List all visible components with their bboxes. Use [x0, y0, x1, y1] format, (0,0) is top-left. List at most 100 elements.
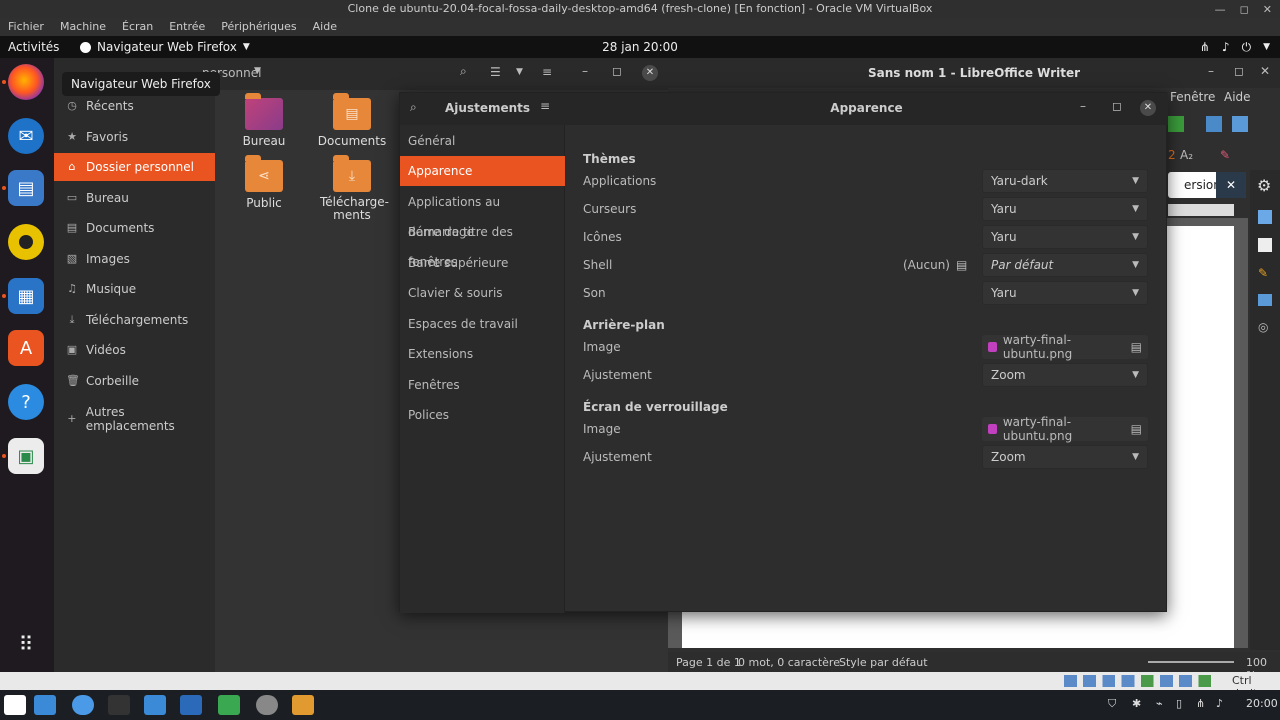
usb-icon[interactable]: ⌁: [1156, 697, 1163, 710]
sidebar-item-videos[interactable]: ▣ Vidéos: [54, 336, 215, 364]
shell-file-button[interactable]: (Aucun) ▤: [903, 253, 967, 277]
sound-theme-select[interactable]: Yaru ▼: [982, 281, 1148, 305]
category-window-titlebars[interactable]: Barre de titre des fenêtres: [400, 217, 565, 269]
close-icon[interactable]: ✕: [1140, 100, 1156, 116]
menu-icon[interactable]: ≡: [542, 65, 552, 79]
bg-adjust-select[interactable]: Zoom ▼: [982, 363, 1148, 387]
sidebar-item-images[interactable]: ▧ Images: [54, 245, 215, 273]
close-icon[interactable]: ✕: [1263, 3, 1272, 16]
sidebar-item-desktop[interactable]: ▭ Bureau: [54, 184, 215, 212]
software-center-icon[interactable]: A: [8, 330, 44, 366]
zoom-slider[interactable]: [1148, 661, 1234, 663]
show-applications-icon[interactable]: ⠿: [8, 626, 44, 662]
gear-icon[interactable]: ⚙: [1257, 176, 1271, 195]
shield-icon[interactable]: ⛉: [1108, 697, 1116, 711]
vbox-device-icons[interactable]: [1064, 675, 1224, 687]
category-keyboard-mouse[interactable]: Clavier & souris: [400, 278, 565, 308]
maximize-icon[interactable]: ◻: [1240, 3, 1249, 16]
vbox-menu-ecran[interactable]: Écran: [114, 18, 161, 36]
vbox-menu-aide[interactable]: Aide: [305, 18, 345, 36]
vbox-menu-entree[interactable]: Entrée: [161, 18, 213, 36]
superscript-icon[interactable]: 2: [1168, 148, 1176, 162]
show-desktop-icon[interactable]: [34, 695, 56, 715]
sidebar-item-other-locations[interactable]: + Autres emplacements: [54, 405, 215, 433]
trash-icon[interactable]: ▯: [1176, 697, 1182, 710]
firefox-icon[interactable]: [8, 64, 44, 100]
sidebar-item-recents[interactable]: ◷ Récents: [54, 92, 215, 120]
category-extensions[interactable]: Extensions: [400, 339, 565, 369]
category-general[interactable]: Général: [400, 126, 565, 156]
category-startup-apps[interactable]: Applications au démarrage: [400, 187, 565, 239]
page-icon[interactable]: [1258, 238, 1272, 252]
help-icon[interactable]: ?: [8, 384, 44, 420]
category-appearance[interactable]: Apparence: [400, 156, 565, 186]
maximize-icon[interactable]: ◻: [1234, 64, 1244, 78]
system-tray[interactable]: ⋔ ♪ ⏻ ▼: [1200, 36, 1270, 58]
maximize-icon[interactable]: ◻: [612, 64, 622, 78]
vbox-menu-fichier[interactable]: Fichier: [0, 18, 52, 36]
libreoffice-writer-icon[interactable]: ▦: [8, 278, 44, 314]
table-icon[interactable]: [1168, 116, 1184, 132]
close-icon[interactable]: ✕: [1260, 64, 1270, 78]
minimize-icon[interactable]: –: [1208, 64, 1214, 78]
rhythmbox-icon[interactable]: [8, 224, 44, 260]
subscript-icon[interactable]: A₂: [1180, 148, 1193, 162]
bg-image-chooser[interactable]: warty-final-ubuntu.png ▤: [982, 333, 1148, 361]
activities-button[interactable]: Activités: [8, 36, 59, 58]
app-menu[interactable]: Navigateur Web Firefox ▼: [80, 36, 250, 58]
thunderbird-icon[interactable]: ✉: [8, 118, 44, 154]
writer-menu-window[interactable]: Fenêtre: [1170, 90, 1215, 104]
view-options-icon[interactable]: ▼: [516, 67, 523, 77]
sidebar-item-trash[interactable]: 🗑 Corbeille: [54, 367, 215, 395]
minimize-icon[interactable]: —: [1215, 3, 1226, 16]
category-fonts[interactable]: Polices: [400, 400, 565, 430]
path-dropdown-icon[interactable]: ▼: [254, 66, 261, 76]
chromium-icon[interactable]: [72, 695, 94, 715]
network-icon[interactable]: ⋔: [1196, 697, 1205, 710]
vbox-menu-peripheriques[interactable]: Périphériques: [213, 18, 304, 36]
folder-documents[interactable]: ▤ Documents: [308, 93, 396, 148]
writer-menu-help[interactable]: Aide: [1224, 90, 1251, 104]
cursor-theme-select[interactable]: Yaru ▼: [982, 197, 1148, 221]
styles-icon[interactable]: ✎: [1258, 266, 1268, 280]
shell-theme-select[interactable]: Par défaut ▼: [982, 253, 1148, 277]
system-monitor-icon[interactable]: [218, 695, 240, 715]
sidebar-item-favorites[interactable]: ★ Favoris: [54, 123, 215, 151]
category-workspaces[interactable]: Espaces de travail: [400, 309, 565, 339]
obs-icon[interactable]: [256, 695, 278, 715]
properties-icon[interactable]: [1258, 210, 1272, 224]
minimize-icon[interactable]: –: [582, 64, 588, 78]
tweaks-icon[interactable]: ▣: [8, 438, 44, 474]
terminal-icon[interactable]: [108, 695, 130, 715]
lock-adjust-select[interactable]: Zoom ▼: [982, 445, 1148, 469]
insert-chart-icon[interactable]: [1232, 116, 1248, 132]
list-view-icon[interactable]: ☰: [490, 65, 501, 79]
folder-desktop[interactable]: Bureau: [220, 93, 308, 148]
lock-image-chooser[interactable]: warty-final-ubuntu.png ▤: [982, 415, 1148, 443]
sidebar-item-downloads[interactable]: ⤓ Téléchargements: [54, 306, 215, 334]
close-icon[interactable]: ✕: [642, 65, 658, 81]
close-icon[interactable]: ✕: [1216, 172, 1246, 198]
wine-icon[interactable]: [180, 695, 202, 715]
linux-mint-menu-icon[interactable]: [4, 695, 26, 715]
sidebar-item-music[interactable]: ♫ Musique: [54, 275, 215, 303]
category-windows[interactable]: Fenêtres: [400, 370, 565, 400]
category-top-bar[interactable]: Barre supérieure: [400, 248, 565, 278]
sidebar-item-home[interactable]: ⌂ Dossier personnel: [54, 153, 215, 181]
volume-icon[interactable]: ♪: [1216, 697, 1223, 710]
minimize-icon[interactable]: –: [1080, 99, 1086, 113]
sidebar-item-documents[interactable]: ▤ Documents: [54, 214, 215, 242]
search-icon[interactable]: ⌕: [460, 64, 467, 79]
folder-downloads[interactable]: ⤓ Télécharge-ments: [308, 155, 396, 222]
vbox-menu-machine[interactable]: Machine: [52, 18, 114, 36]
gallery-icon[interactable]: [1258, 294, 1272, 306]
insert-image-icon[interactable]: [1206, 116, 1222, 132]
search-icon[interactable]: ⌕: [410, 100, 417, 115]
maximize-icon[interactable]: ◻: [1112, 99, 1122, 113]
bluetooth-icon[interactable]: ✱: [1132, 697, 1141, 710]
virtualbox-icon[interactable]: [292, 695, 314, 715]
applications-theme-select[interactable]: Yaru-dark ▼: [982, 169, 1148, 193]
folder-public[interactable]: ⋖ Public: [220, 155, 308, 210]
menu-icon[interactable]: ≡: [540, 99, 550, 113]
file-manager-icon[interactable]: [144, 695, 166, 715]
